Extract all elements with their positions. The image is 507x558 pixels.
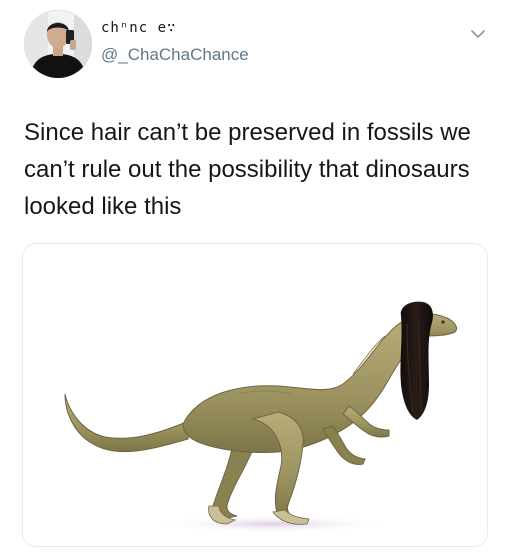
tweet-text: Since hair can’t be preserved in fossils… [24, 119, 471, 220]
dino-front-leg-far [322, 425, 366, 465]
user-photo-avatar-icon [24, 10, 92, 78]
media-image[interactable] [22, 243, 488, 547]
avatar[interactable] [24, 10, 92, 78]
display-name[interactable]: chⁿnc e∵ [101, 20, 176, 36]
dinosaur-illustration [64, 301, 458, 533]
user-handle[interactable]: @_ChaChaChance [101, 45, 249, 65]
dino-tail [64, 393, 192, 453]
ground-shadow [153, 515, 393, 533]
chevron-down-icon[interactable] [470, 26, 486, 42]
tweet-card: chⁿnc e∵ @_ChaChaChance Since hair can’t… [0, 0, 507, 558]
hair-wig [400, 301, 433, 420]
